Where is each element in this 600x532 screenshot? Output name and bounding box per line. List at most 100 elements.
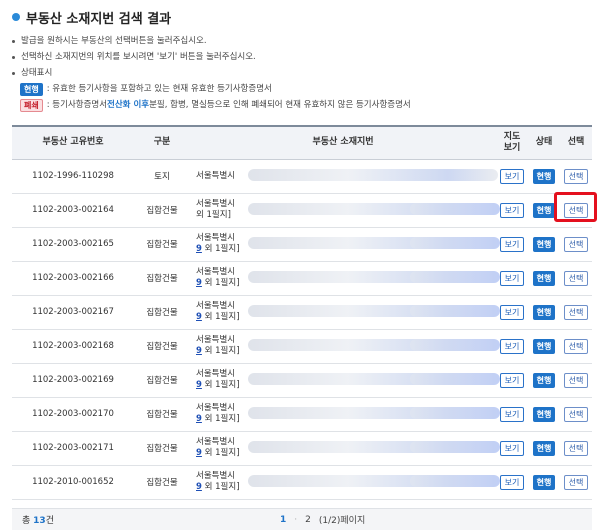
header-select: 선택 <box>560 125 592 160</box>
cell-map: 보기 <box>496 295 528 330</box>
cell-state: 현행 <box>528 329 560 364</box>
select-button[interactable]: 선택 <box>563 406 589 422</box>
table-row: 1102-2003-002168 집합건물 서울특별시 9 외 1필지] 보기 현행 선택 <box>12 329 592 364</box>
instruction-state-legend: 상태표시 <box>12 65 592 81</box>
redacted-region <box>410 270 500 283</box>
cell-select: 선택 <box>560 193 592 228</box>
redacted-region <box>410 338 500 351</box>
page-info: (1/2)페이지 <box>318 516 366 526</box>
page-1-link[interactable]: 1 <box>280 515 286 525</box>
legend-current-badge: 현행 <box>20 82 43 96</box>
page-2-link[interactable]: 2 <box>305 515 311 525</box>
redacted-region <box>410 474 500 487</box>
legend-closed: 폐쇄 : 등기사항증명서 전산화 이후 분필, 합병, 멸실등으로 인해 폐쇄되… <box>12 97 592 113</box>
cell-address: 서울특별시 9 외 1필지] <box>190 227 500 262</box>
table-row: 1102-2003-002169 집합건물 서울특별시 9 외 1필지] 보기 현행 선택 <box>12 363 592 398</box>
status-badge: 현행 <box>532 372 556 388</box>
cell-type: 집합건물 <box>134 261 190 296</box>
cell-state: 현행 <box>528 159 560 194</box>
status-badge: 현행 <box>532 406 556 422</box>
redacted-region <box>410 372 500 385</box>
cell-type: 집합건물 <box>134 431 190 466</box>
cell-select: 선택 <box>560 261 592 296</box>
cell-id: 1102-2003-002166 <box>12 261 134 296</box>
cell-state: 현행 <box>528 193 560 228</box>
select-button[interactable]: 선택 <box>563 202 589 218</box>
cell-id: 1102-2003-002171 <box>12 431 134 466</box>
cell-address: 서울특별시 9 외 1필지] <box>190 397 500 432</box>
cell-id: 1102-1996-110298 <box>12 159 134 194</box>
view-map-button[interactable]: 보기 <box>499 304 525 320</box>
cell-select: 선택 <box>560 363 592 398</box>
cell-map: 보기 <box>496 159 528 194</box>
status-badge: 현행 <box>532 338 556 354</box>
cell-state: 현행 <box>528 295 560 330</box>
view-map-button[interactable]: 보기 <box>499 236 525 252</box>
cell-address: 서울특별시 9 외 1필지] <box>190 431 500 466</box>
table-row: 1102-2003-002166 집합건물 서울특별시 9 외 1필지] 보기 현행 선택 <box>12 261 592 296</box>
status-badge: 현행 <box>532 440 556 456</box>
header-map: 지도 보기 <box>496 125 528 160</box>
table-row: 1102-2003-002167 집합건물 서울특별시 9 외 1필지] 보기 현행 선택 <box>12 295 592 330</box>
cell-address: 서울특별시 9 외 1필지] <box>190 295 500 330</box>
header-address: 부동산 소재지번 <box>190 125 496 160</box>
cell-type: 집합건물 <box>134 193 190 228</box>
redacted-region <box>248 168 498 181</box>
cell-map: 보기 <box>496 431 528 466</box>
cell-select: 선택 <box>560 295 592 330</box>
total-count: 총 13건 <box>22 516 54 526</box>
pager-separator: · <box>294 514 298 525</box>
cell-select: 선택 <box>560 431 592 466</box>
status-badge: 현행 <box>532 168 556 184</box>
status-badge: 현행 <box>532 304 556 320</box>
pagination: 1 · 2 (1/2)페이지 <box>280 513 366 527</box>
cell-map: 보기 <box>496 465 528 500</box>
cell-state: 현행 <box>528 261 560 296</box>
legend-closed-badge: 폐쇄 <box>20 98 43 112</box>
cell-type: 집합건물 <box>134 465 190 500</box>
select-button[interactable]: 선택 <box>563 474 589 490</box>
redacted-region <box>410 304 500 317</box>
view-map-button[interactable]: 보기 <box>499 202 525 218</box>
redacted-region <box>410 406 500 419</box>
select-button[interactable]: 선택 <box>563 236 589 252</box>
instruction-map: 선택하신 소재지번의 위치를 보시려면 '보기' 버튼을 눌러주십시오. <box>12 49 592 65</box>
status-badge: 현행 <box>532 474 556 490</box>
table-row: 1102-2003-002165 집합건물 서울특별시 9 외 1필지] 보기 현행 선택 <box>12 227 592 262</box>
cell-map: 보기 <box>496 261 528 296</box>
cell-map: 보기 <box>496 193 528 228</box>
bullet-icon <box>12 39 15 43</box>
cell-id: 1102-2003-002164 <box>12 193 134 228</box>
cell-address: 서울특별시 9 외 1필지] <box>190 363 500 398</box>
title-bullet-icon <box>12 13 20 21</box>
cell-id: 1102-2003-002167 <box>12 295 134 330</box>
view-map-button[interactable]: 보기 <box>499 168 525 184</box>
redacted-region <box>410 440 500 453</box>
view-map-button[interactable]: 보기 <box>499 338 525 354</box>
view-map-button[interactable]: 보기 <box>499 474 525 490</box>
view-map-button[interactable]: 보기 <box>499 270 525 286</box>
cell-type: 집합건물 <box>134 397 190 432</box>
select-button[interactable]: 선택 <box>563 270 589 286</box>
header-type: 구분 <box>134 125 190 160</box>
cell-id: 1102-2003-002169 <box>12 363 134 398</box>
select-button[interactable]: 선택 <box>563 168 589 184</box>
cell-map: 보기 <box>496 227 528 262</box>
select-button[interactable]: 선택 <box>563 372 589 388</box>
cell-select: 선택 <box>560 227 592 262</box>
cell-type: 집합건물 <box>134 363 190 398</box>
bullet-icon <box>12 55 15 59</box>
instructions: 발급을 원하시는 부동산의 선택버튼을 눌러주십시오. 선택하신 소재지번의 위… <box>12 33 592 113</box>
table-row: 1102-2003-002164 집합건물 서울특별시 외 1필지] 보기 현행 선택 <box>12 193 592 228</box>
view-map-button[interactable]: 보기 <box>499 406 525 422</box>
select-button[interactable]: 선택 <box>563 338 589 354</box>
cell-state: 현행 <box>528 397 560 432</box>
view-map-button[interactable]: 보기 <box>499 440 525 456</box>
view-map-button[interactable]: 보기 <box>499 372 525 388</box>
instruction-select: 발급을 원하시는 부동산의 선택버튼을 눌러주십시오. <box>12 33 592 49</box>
select-button[interactable]: 선택 <box>563 440 589 456</box>
table-row: 1102-2003-002171 집합건물 서울특별시 9 외 1필지] 보기 현행 선택 <box>12 431 592 466</box>
cell-address: 서울특별시 <box>190 159 498 194</box>
select-button[interactable]: 선택 <box>563 304 589 320</box>
cell-id: 1102-2003-002165 <box>12 227 134 262</box>
